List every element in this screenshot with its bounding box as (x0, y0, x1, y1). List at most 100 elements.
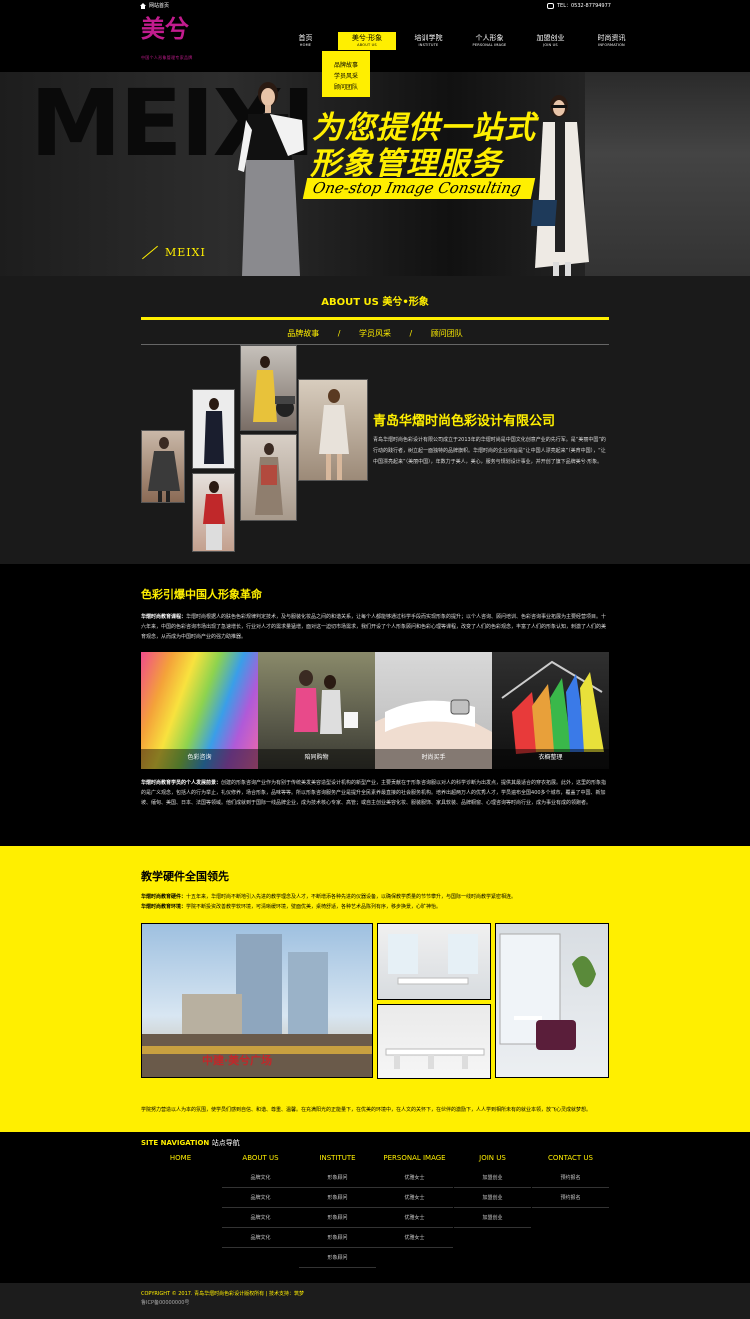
nav-label: 加盟创业 (536, 34, 565, 42)
student-prospects-paragraph: 华熠时尚教育学员的个人发展前景：创建的形象咨询产业作为有别于传统美发美容造型设计… (141, 778, 609, 808)
building-sign: 中建·美兮广场 (202, 1053, 272, 1067)
model-left-image (238, 82, 304, 276)
nav-information[interactable]: 时尚资讯 INFORMATION (581, 32, 642, 50)
tab-consultants[interactable]: 顾问团队 (431, 329, 463, 338)
collage-photo-4[interactable] (240, 345, 297, 431)
nav-home[interactable]: 首页 HOME (275, 32, 336, 50)
nav-sublabel: INFORMATION (598, 43, 625, 47)
collage-photo-figure (319, 389, 349, 480)
tab-brand-story[interactable]: 品牌故事 (287, 329, 319, 338)
footer-link[interactable]: 预约报名 (532, 1168, 609, 1188)
lounge-photo[interactable] (495, 923, 609, 1078)
dropdown-item-consultants[interactable]: 顾问团队 (322, 82, 370, 93)
collage-photo-2[interactable] (192, 389, 235, 469)
lounge-illustration (499, 933, 596, 1050)
phone-info: TEL：0532-87794977 (547, 2, 611, 9)
footer-col-heading[interactable]: PERSONAL IMAGE (376, 1154, 453, 1168)
footer-link[interactable]: 品牌文化 (222, 1168, 299, 1188)
hardware-text: 十五年来，华熠时尚不断地引入先进的教学理念及人才，不断增添各种先进的仪器设备，以… (186, 894, 517, 900)
icp-number: 鲁ICP备00000000号 (141, 1300, 190, 1306)
footer-link[interactable]: 预约报名 (532, 1188, 609, 1208)
classroom-1-illustration (388, 934, 478, 985)
tile-fashion-buyer[interactable]: 时尚买手 (375, 652, 492, 769)
nav-about[interactable]: 美兮·形象 ABOUT US (338, 32, 396, 50)
about-tabs: 品牌故事 / 学员风采 / 顾问团队 (141, 328, 609, 339)
footer-col-heading[interactable]: CONTACT US (532, 1154, 609, 1168)
footer-col-about: ABOUT US 品牌文化 品牌文化 品牌文化 品牌文化 (222, 1154, 299, 1248)
nav-personal-image[interactable]: 个人形象 PERSONAL IMAGE (459, 32, 520, 50)
footer-col-heading[interactable]: ABOUT US (222, 1154, 299, 1168)
about-section: ABOUT US 美兮•形象 品牌故事 / 学员风采 / 顾问团队 青岛华熠时尚… (0, 276, 750, 564)
phone-number: TEL：0532-87794977 (557, 3, 611, 9)
campus-building-illustration: 中建·美兮广场 (142, 934, 372, 1077)
tile-color-consulting[interactable]: 色彩咨询 (141, 652, 258, 769)
footer-col-heading[interactable]: INSTITUTE (299, 1154, 376, 1168)
footer-link[interactable]: 优雅女士 (376, 1188, 453, 1208)
footer-link[interactable]: 加盟创业 (454, 1188, 531, 1208)
nav-sublabel: INSTITUTE (418, 43, 439, 47)
footer-link[interactable]: 形象顾问 (299, 1228, 376, 1248)
tile-shopping[interactable]: 陪同购物 (258, 652, 375, 769)
footer-link[interactable]: 品牌文化 (222, 1228, 299, 1248)
footer-link[interactable]: 品牌文化 (222, 1208, 299, 1228)
footer-link[interactable]: 加盟创业 (454, 1208, 531, 1228)
copyright-text: COPYRIGHT © 2017. 青岛华熠时尚色彩设计版权所有 | 技术支持：… (141, 1291, 304, 1297)
banner-background-photo (585, 72, 750, 276)
footer-col-personal-image: PERSONAL IMAGE 优雅女士 优雅女士 优雅女士 优雅女士 (376, 1154, 453, 1248)
collage-photo-5[interactable] (240, 434, 297, 521)
footer-col-contact: CONTACT US 预约报名 预约报名 (532, 1154, 609, 1208)
tab-students[interactable]: 学员风采 (359, 329, 391, 338)
student-prospects-lead: 华熠时尚教育学员的个人发展前景： (141, 780, 222, 786)
course-paragraph: 华熠时尚教育课程：华熠时尚根据人的肤色色彩规律判定技术，及与服装化妆品之间的和谐… (141, 612, 609, 642)
site-nav-title-cn: 站点导航 (211, 1139, 240, 1147)
copyright-bar: COPYRIGHT © 2017. 青岛华熠时尚色彩设计版权所有 | 技术支持：… (0, 1283, 750, 1319)
nav-join-us[interactable]: 加盟创业 JOIN US (520, 32, 581, 50)
home-icon (140, 2, 146, 9)
nav-label: 个人形象 (475, 34, 504, 42)
home-link-label: 网站首页 (149, 3, 170, 9)
hardware-paragraph: 华熠时尚教育硬件：十五年来，华熠时尚不断地引入先进的教学理念及人才，不断增添各种… (141, 892, 609, 912)
collage-photo-3[interactable] (192, 473, 235, 552)
footer-link[interactable]: 形象顾问 (299, 1248, 376, 1268)
footer-link[interactable]: 优雅女士 (376, 1208, 453, 1228)
footer-link[interactable]: 形象顾问 (299, 1208, 376, 1228)
environment-text: 学院不断投资改善教学软环境，可清晰缓环境，璧面优美，桌椅舒适，各种艺术品陈列有序… (186, 904, 442, 910)
footer-col-heading[interactable]: HOME (142, 1154, 219, 1168)
phone-icon (547, 2, 554, 9)
tile-wardrobe[interactable]: 衣橱整理 (492, 652, 609, 769)
logo[interactable]: 美兮 中国个人形象管理专家品牌 (141, 15, 211, 65)
home-link[interactable]: 网站首页 (140, 2, 169, 9)
banner-small-logo-text: MEIXI (165, 246, 206, 259)
classroom-photo-2[interactable] (377, 1004, 491, 1079)
about-title: ABOUT US 美兮•形象 (321, 297, 429, 308)
footer-link[interactable]: 形象顾问 (299, 1188, 376, 1208)
collage-photo-figure (203, 481, 225, 550)
footer-link[interactable]: 品牌文化 (222, 1188, 299, 1208)
tile-caption: 色彩咨询 (141, 749, 258, 769)
footer-col-home: HOME (142, 1154, 219, 1168)
company-description: 青岛华熠时尚色彩设计有限公司成立于2013年的华熠时尚是中国文化创意产业的先行军… (373, 437, 606, 465)
hero-banner[interactable]: MEIXI 为您提供一站式 形象管理服务 One-stop Image Cons… (0, 72, 750, 276)
nav-institute[interactable]: 培训学院 INSTITUTE (398, 32, 459, 50)
dropdown-item-students[interactable]: 学员风采 (322, 71, 370, 82)
collage-photo-6[interactable] (298, 379, 368, 481)
footer-link[interactable]: 加盟创业 (454, 1168, 531, 1188)
classroom-photo-1[interactable] (377, 923, 491, 1000)
footer-link[interactable]: 优雅女士 (376, 1228, 453, 1248)
footer-col-heading[interactable]: JOIN US (454, 1154, 531, 1168)
header: 美兮 中国个人形象管理专家品牌 首页 HOME 美兮·形象 ABOUT US 培训学… (0, 11, 750, 72)
banner-english-slogan: One-stop Image Consulting (302, 178, 536, 199)
footer-link[interactable]: 优雅女士 (376, 1168, 453, 1188)
collage-photo-figure (253, 356, 295, 422)
footer-link[interactable]: 形象顾问 (299, 1168, 376, 1188)
tab-separator: / (337, 329, 341, 338)
collage-photo-1[interactable] (141, 430, 185, 503)
nav-label: 首页 (298, 34, 313, 42)
dropdown-item-brand-story[interactable]: 品牌故事 (322, 60, 370, 71)
site-nav-title: SITE NAVIGATION 站点导航 (141, 1138, 240, 1148)
campus-building-photo[interactable]: 中建·美兮广场 (141, 923, 373, 1078)
logo-tagline: 中国个人形象管理专家品牌 (141, 55, 193, 60)
top-bar: 网站首页 TEL：0532-87794977 (0, 0, 750, 11)
tile-caption: 衣橱整理 (492, 749, 609, 769)
nav-sublabel: PERSONAL IMAGE (472, 43, 507, 47)
